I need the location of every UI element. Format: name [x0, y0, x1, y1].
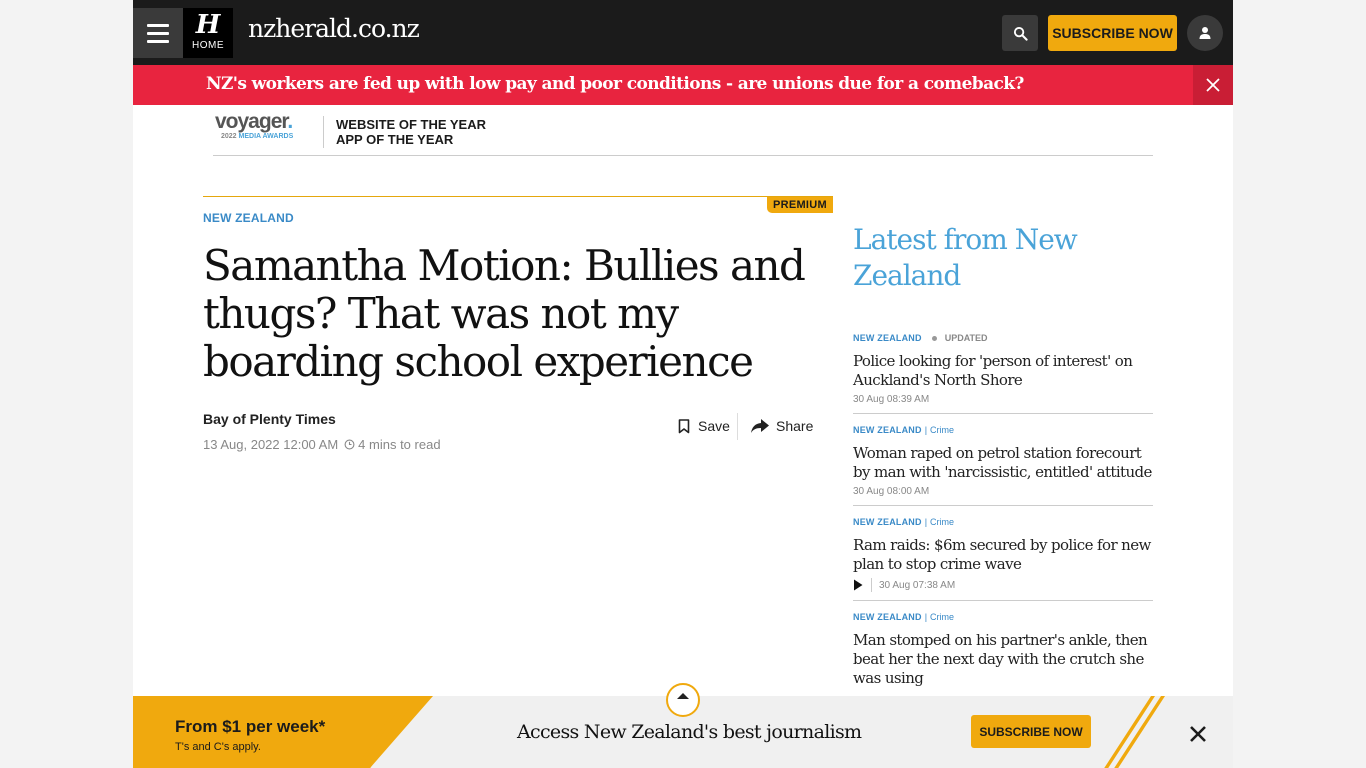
- tag-separator: |: [924, 517, 928, 527]
- voyager-dot: .: [287, 110, 293, 133]
- awards-text: WEBSITE OF THE YEAR APP OF THE YEAR: [336, 117, 486, 147]
- voyager-logo: voyager. 2022 MEDIA AWARDS: [215, 110, 305, 141]
- latest-item: NEW ZEALAND | Crime Man stomped on his p…: [853, 601, 1153, 697]
- breaking-news-banner: NZ's workers are fed up with low pay and…: [133, 65, 1233, 105]
- close-icon: [1206, 78, 1220, 92]
- latest-item: NEW ZEALAND | Crime Ram raids: $6m secur…: [853, 506, 1153, 601]
- menu-button[interactable]: [133, 8, 183, 58]
- item-headline-link[interactable]: Woman raped on petrol station forecourt …: [853, 444, 1153, 482]
- share-arrow-icon: [751, 419, 769, 433]
- latest-item: NEW ZEALAND UPDATED Police looking for '…: [853, 322, 1153, 414]
- award-year: 2022: [221, 133, 237, 140]
- share-label: Share: [776, 418, 814, 434]
- award-website: WEBSITE OF THE YEAR: [336, 117, 486, 132]
- item-date: 30 Aug 08:39 AM: [853, 394, 930, 405]
- hamburger-line: [147, 31, 169, 35]
- close-offer-button[interactable]: [1185, 721, 1211, 747]
- close-banner-button[interactable]: [1193, 65, 1233, 105]
- play-icon[interactable]: [853, 579, 863, 591]
- subscribe-now-bottom-button[interactable]: SUBSCRIBE NOW: [971, 715, 1091, 748]
- breaking-news-link[interactable]: NZ's workers are fed up with low pay and…: [206, 74, 1024, 94]
- item-section-link[interactable]: NEW ZEALAND: [853, 612, 922, 622]
- page: H HOME nzherald.co.nz SUBSCRIBE NOW NZ's…: [133, 0, 1233, 768]
- read-time: 4 mins to read: [358, 437, 441, 452]
- premium-badge: PREMIUM: [766, 197, 833, 213]
- article-dateline: 13 Aug, 2022 12:00 AM 4 mins to read: [203, 437, 441, 452]
- voyager-brand: voyager: [215, 110, 288, 133]
- share-button[interactable]: Share: [750, 418, 813, 434]
- user-icon: [1199, 27, 1211, 39]
- article-source[interactable]: Bay of Plenty Times: [203, 411, 336, 427]
- award-app: APP OF THE YEAR: [336, 132, 454, 147]
- save-button[interactable]: Save: [678, 418, 730, 434]
- updated-label: UPDATED: [944, 333, 988, 343]
- article-section-link[interactable]: NEW ZEALAND: [203, 211, 294, 225]
- site-name-link[interactable]: nzherald.co.nz: [248, 14, 420, 43]
- item-subsection-link[interactable]: Crime: [930, 425, 954, 435]
- sidebar-title[interactable]: Latest from New Zealand: [853, 222, 1153, 294]
- home-label: HOME: [192, 40, 224, 51]
- status-dot: [931, 335, 937, 341]
- decorative-stripe: [1114, 696, 1165, 768]
- item-section-link[interactable]: NEW ZEALAND: [853, 425, 922, 435]
- item-headline-link[interactable]: Police looking for 'person of interest' …: [853, 352, 1153, 390]
- awards-strip: voyager. 2022 MEDIA AWARDS WEBSITE OF TH…: [213, 105, 1153, 156]
- clock-icon: [344, 439, 355, 450]
- expand-offer-button[interactable]: [666, 683, 700, 717]
- latest-item: NEW ZEALAND | Crime Woman raped on petro…: [853, 414, 1153, 506]
- subscribe-now-button[interactable]: SUBSCRIBE NOW: [1048, 15, 1177, 51]
- offer-terms-link[interactable]: T's and C's apply.: [175, 741, 261, 753]
- latest-news-sidebar: Latest from New Zealand NEW ZEALAND UPDA…: [853, 222, 1153, 697]
- account-button[interactable]: [1187, 15, 1223, 51]
- item-section-link[interactable]: NEW ZEALAND: [853, 333, 922, 343]
- award-org: MEDIA AWARDS: [238, 133, 294, 140]
- herald-h-logo: H: [195, 10, 221, 40]
- hamburger-line: [147, 23, 169, 27]
- search-button[interactable]: [1002, 15, 1038, 51]
- item-headline-link[interactable]: Man stomped on his partner's ankle, then…: [853, 631, 1153, 688]
- article-date: 13 Aug, 2022 12:00 AM: [203, 437, 339, 452]
- premium-rule: [203, 196, 833, 197]
- tag-separator: |: [924, 612, 928, 622]
- awards-divider: [323, 116, 324, 148]
- item-headline-link[interactable]: Ram raids: $6m secured by police for new…: [853, 536, 1153, 574]
- tag-separator: |: [924, 425, 928, 435]
- action-divider: [737, 413, 738, 440]
- top-navigation-bar: H HOME nzherald.co.nz SUBSCRIBE NOW: [133, 0, 1233, 65]
- save-label: Save: [698, 418, 730, 434]
- item-subsection-link[interactable]: Crime: [930, 612, 954, 622]
- hamburger-line: [147, 39, 169, 43]
- item-subsection-link[interactable]: Crime: [930, 517, 954, 527]
- decorative-stripe: [1104, 696, 1155, 768]
- home-logo-link[interactable]: H HOME: [183, 8, 233, 58]
- offer-tagline: Access New Zealand's best journalism: [517, 721, 862, 743]
- search-icon: [1013, 26, 1028, 41]
- video-separator: [871, 578, 872, 592]
- item-date: 30 Aug 08:00 AM: [853, 486, 930, 497]
- article-headline: Samantha Motion: Bullies and thugs? That…: [203, 241, 806, 386]
- bookmark-icon: [678, 418, 690, 433]
- chevron-up-icon: [677, 693, 689, 699]
- offer-price: From $1 per week*: [175, 717, 326, 736]
- item-date: 30 Aug 07:38 AM: [879, 579, 956, 591]
- close-icon: [1190, 726, 1206, 742]
- item-section-link[interactable]: NEW ZEALAND: [853, 517, 922, 527]
